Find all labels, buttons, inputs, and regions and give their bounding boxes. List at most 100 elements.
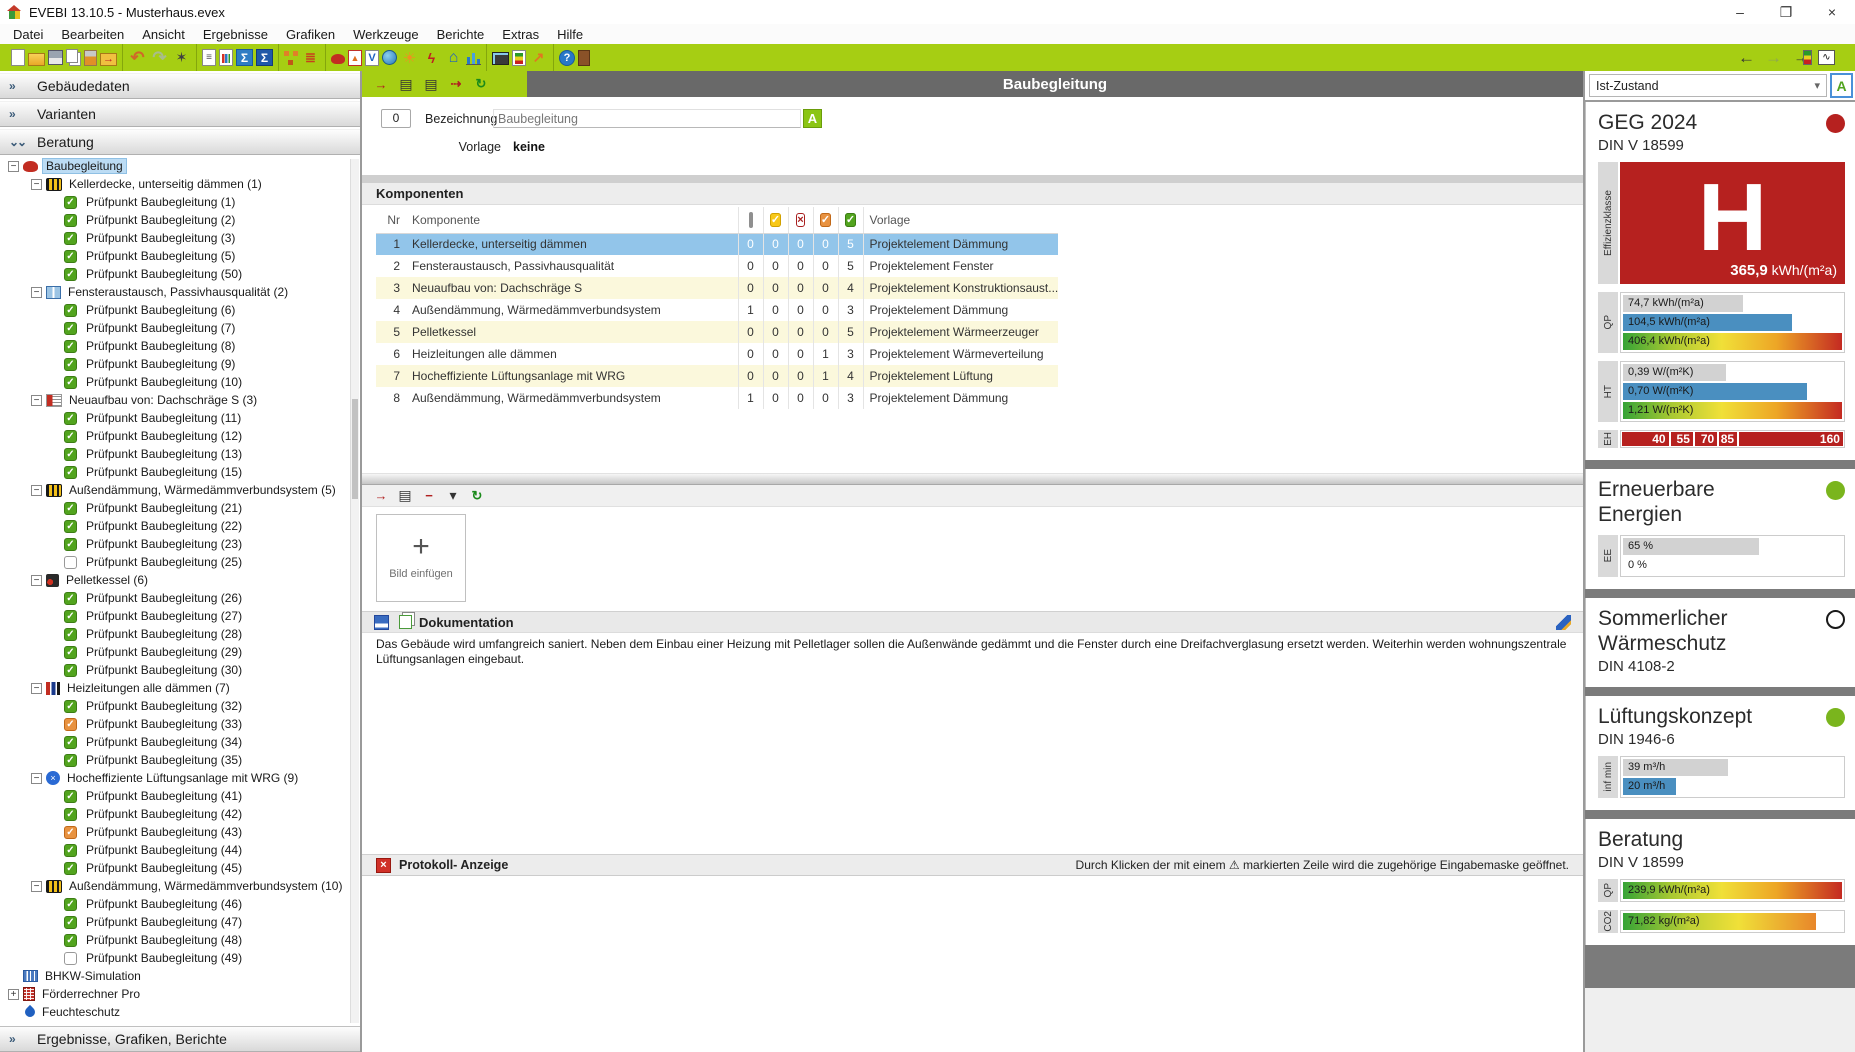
sidebar-section-varianten[interactable]: » Varianten [0,101,360,127]
globe-icon[interactable] [382,50,397,65]
column-header-x-red[interactable]: × [788,207,813,233]
tree-item[interactable]: ✓Prüfpunkt Baubegleitung (5) [0,247,360,265]
table-row[interactable]: 3Neuaufbau von: Dachschräge S00004Projek… [376,277,1058,299]
tree-item[interactable]: ✓Prüfpunkt Baubegleitung (46) [0,895,360,913]
minimize-button[interactable]: – [1717,0,1763,24]
variant-select[interactable]: Ist-Zustand ▾ [1589,74,1827,97]
auto-update-button[interactable]: A [1830,73,1853,98]
goto-label-icon[interactable]: → [1791,48,1810,67]
tree-item[interactable]: −Baubegleitung [0,157,360,175]
tree-item[interactable]: −Pelletkessel (6) [0,571,360,589]
close-protokoll-icon[interactable]: × [376,858,391,873]
checkbox-green-icon[interactable]: ✓ [64,358,77,371]
checkbox-green-icon[interactable]: ✓ [64,412,77,425]
checkbox-green-icon[interactable]: ✓ [64,700,77,713]
tree-item[interactable]: ✓Prüfpunkt Baubegleitung (50) [0,265,360,283]
add-image-placeholder[interactable]: + Bild einfügen [376,514,466,602]
tree-item[interactable]: −Außendämmung, Wärmedämmverbundsystem (1… [0,877,360,895]
sidebar-section-gebaeudedaten[interactable]: » Gebäudedaten [0,73,360,99]
tree-item[interactable]: ✓Prüfpunkt Baubegleitung (1) [0,193,360,211]
new-file-icon[interactable] [11,49,25,66]
checkbox-green-icon[interactable]: ✓ [64,736,77,749]
expander-icon[interactable]: − [31,683,42,694]
tree-item[interactable]: −Außendämmung, Wärmedämmverbundsystem (5… [0,481,360,499]
menu-hilfe[interactable]: Hilfe [548,25,592,44]
tree-item[interactable]: Feuchteschutz [0,1003,360,1021]
checkbox-green-icon[interactable]: ✓ [64,898,77,911]
tree-item[interactable]: ✓Prüfpunkt Baubegleitung (35) [0,751,360,769]
tree-item[interactable]: ✓Prüfpunkt Baubegleitung (42) [0,805,360,823]
checkbox-green-icon[interactable]: ✓ [64,466,77,479]
chart-blue-icon[interactable] [466,51,481,65]
copy-icon[interactable] [399,615,412,629]
checkbox-green-icon[interactable]: ✓ [64,250,77,263]
column-header-check-orange[interactable]: ✓ [813,207,838,233]
expander-icon[interactable]: + [8,989,19,1000]
menu-grafiken[interactable]: Grafiken [277,25,344,44]
heating-flame-icon[interactable]: ▲ [348,50,362,66]
checkbox-green-icon[interactable]: ✓ [64,790,77,803]
print-stack-icon[interactable]: ▤ [397,75,415,93]
sum-dark-icon[interactable]: Σ [256,49,273,66]
checkbox-green-icon[interactable]: ✓ [64,610,77,623]
tree-item[interactable]: −×Hocheffiziente Lüftungsanlage mit WRG … [0,769,360,787]
tree-item[interactable]: ✓Prüfpunkt Baubegleitung (23) [0,535,360,553]
checkbox-green-icon[interactable]: ✓ [64,520,77,533]
expander-icon[interactable]: − [31,395,42,406]
tree-item[interactable]: Prüfpunkt Baubegleitung (25) [0,553,360,571]
tree-item[interactable]: ✓Prüfpunkt Baubegleitung (6) [0,301,360,319]
assign-arrow-icon[interactable]: → [372,75,390,93]
back-arrow-icon[interactable]: ← [1737,48,1756,67]
remove-image-icon[interactable]: − [420,487,438,505]
workflow-icon[interactable] [284,51,298,65]
refresh-page-icon[interactable]: ↻ [472,75,490,93]
checkbox-empty-icon[interactable] [64,952,77,965]
tree-item[interactable]: +Förderrechner Pro [0,985,360,1003]
tree-item[interactable]: ✓Prüfpunkt Baubegleitung (12) [0,427,360,445]
report-page-icon[interactable]: ≡ [202,49,216,66]
tree-item[interactable]: ✓Prüfpunkt Baubegleitung (29) [0,643,360,661]
checkbox-green-icon[interactable]: ✓ [64,754,77,767]
wizard-icon[interactable]: ✶ [172,48,191,67]
tree-item[interactable]: BHKW-Simulation [0,967,360,985]
table-row[interactable]: 1Kellerdecke, unterseitig dämmen00005Pro… [376,233,1058,255]
lightning-icon[interactable]: ϟ [422,48,441,67]
paste-brush-icon[interactable] [84,50,97,66]
checkbox-green-icon[interactable]: ✓ [64,430,77,443]
save-icon[interactable] [374,615,389,630]
tree-item[interactable]: ✓Prüfpunkt Baubegleitung (48) [0,931,360,949]
monitor-icon[interactable] [492,52,509,65]
save-icon[interactable] [48,50,63,65]
energy-label-icon[interactable] [512,50,526,66]
tree-item[interactable]: ✓Prüfpunkt Baubegleitung (27) [0,607,360,625]
tree-item[interactable]: ✓Prüfpunkt Baubegleitung (33) [0,715,360,733]
tree-item[interactable]: ✓Prüfpunkt Baubegleitung (21) [0,499,360,517]
tree-item[interactable]: ✓Prüfpunkt Baubegleitung (45) [0,859,360,877]
expander-icon[interactable]: − [31,773,42,784]
tree-item[interactable]: ✓Prüfpunkt Baubegleitung (10) [0,373,360,391]
expander-icon[interactable]: − [31,485,42,496]
number-field[interactable]: 0 [381,109,411,128]
import-folder-icon[interactable]: → [100,53,117,66]
column-header-check-yellow[interactable]: ✓ [763,207,788,233]
tree-item[interactable]: ✓Prüfpunkt Baubegleitung (22) [0,517,360,535]
tree-item[interactable]: ✓Prüfpunkt Baubegleitung (32) [0,697,360,715]
checkbox-green-icon[interactable]: ✓ [64,376,77,389]
tree-item[interactable]: ✓Prüfpunkt Baubegleitung (44) [0,841,360,859]
auto-text-button[interactable]: A [803,109,822,128]
undo-icon[interactable]: ↶ [128,48,147,67]
table-row[interactable]: 5Pelletkessel00005Projektelement Wärmeer… [376,321,1058,343]
document-v-icon[interactable]: V [365,50,379,66]
beret-red-icon[interactable] [331,54,345,64]
checkbox-green-icon[interactable]: ✓ [64,844,77,857]
table-row[interactable]: 8Außendämmung, Wärmedämmverbundsystem100… [376,387,1058,409]
checkbox-green-icon[interactable]: ✓ [64,268,77,281]
column-header-vorlage[interactable]: Vorlage [863,207,1058,233]
scrollbar-thumb[interactable] [352,399,358,499]
checkbox-green-icon[interactable]: ✓ [64,862,77,875]
table-row[interactable]: 2Fensteraustausch, Passivhausqualität000… [376,255,1058,277]
tree-item[interactable]: −Heizleitungen alle dämmen (7) [0,679,360,697]
refresh-image-icon[interactable]: ↻ [468,487,486,505]
tree-item[interactable]: ✓Prüfpunkt Baubegleitung (26) [0,589,360,607]
energy-curve-icon[interactable]: ↗ [529,48,548,67]
